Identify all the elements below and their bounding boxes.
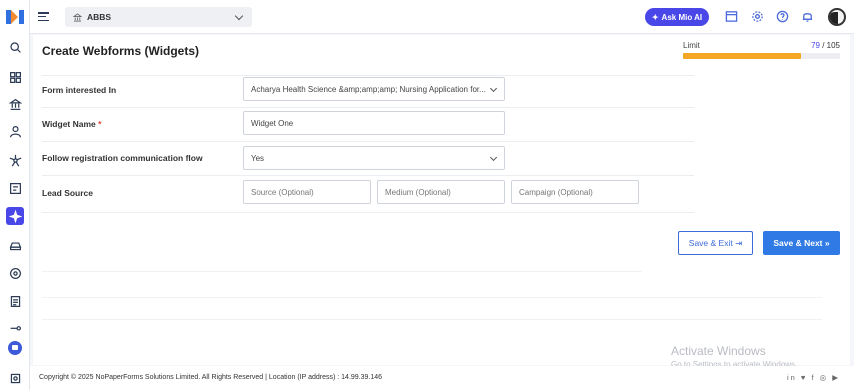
widgets-sparkle-icon[interactable] xyxy=(6,207,24,225)
bell-icon[interactable] xyxy=(801,10,814,23)
required-marker: * xyxy=(98,119,102,129)
help-icon[interactable] xyxy=(776,10,789,23)
limit-track xyxy=(683,53,840,59)
bank-icon xyxy=(73,12,82,22)
search-icon[interactable] xyxy=(6,38,24,56)
divider xyxy=(42,297,822,298)
avatar[interactable] xyxy=(828,8,846,26)
divider xyxy=(42,271,642,272)
source-placeholder: Source (Optional) xyxy=(251,187,314,197)
report-icon[interactable] xyxy=(6,292,24,310)
sparkle-icon: ✦ xyxy=(651,12,659,22)
top-bar: ABBS ✦ Ask Mio AI xyxy=(30,0,854,34)
divider xyxy=(42,107,694,108)
social-icons[interactable]: in ♥ f ◎ ▶ xyxy=(787,373,840,382)
double-chevron-right-icon: » xyxy=(824,238,830,248)
limit-used: 79 xyxy=(811,41,820,50)
institute-select[interactable]: ABBS xyxy=(65,7,252,27)
key-icon[interactable] xyxy=(6,318,24,336)
widget-name-value: Widget One xyxy=(251,118,294,128)
limit-separator: / xyxy=(819,41,827,50)
save-next-button[interactable]: Save & Next » xyxy=(763,231,840,255)
sidebar xyxy=(0,0,30,390)
dashboard-icon[interactable] xyxy=(6,68,24,86)
window-icon[interactable] xyxy=(725,10,738,23)
webform-card: Create Webforms (Widgets) Limit 79 / 105… xyxy=(33,35,850,365)
follow-flow-select[interactable]: Yes xyxy=(243,146,505,170)
medium-input[interactable]: Medium (Optional) xyxy=(377,180,505,204)
limit-total: 105 xyxy=(826,41,840,50)
medium-placeholder: Medium (Optional) xyxy=(385,187,451,197)
chevron-down-icon xyxy=(489,84,498,93)
limit-fill xyxy=(683,53,802,59)
widget-name-input[interactable]: Widget One xyxy=(243,111,505,135)
form-icon[interactable] xyxy=(6,179,24,197)
limit-value: 79 / 105 xyxy=(811,41,840,50)
network-icon[interactable] xyxy=(6,151,24,169)
form-interested-select[interactable]: Acharya Health Science &amp;amp;amp; Nur… xyxy=(243,77,505,101)
form-interested-label: Form interested In xyxy=(42,85,117,95)
gear-icon[interactable] xyxy=(751,10,764,23)
user-icon[interactable] xyxy=(6,122,24,140)
activate-windows-watermark: Activate Windows xyxy=(671,344,766,358)
save-exit-label: Save & Exit xyxy=(688,238,733,248)
ask-mio-ai-button[interactable]: ✦ Ask Mio AI xyxy=(645,8,709,26)
exit-icon: ⇥ xyxy=(735,237,743,248)
widget-name-label-text: Widget Name xyxy=(42,119,96,129)
ask-mio-label: Ask Mio AI xyxy=(661,12,703,22)
campaign-input[interactable]: Campaign (Optional) xyxy=(511,180,639,204)
follow-flow-value: Yes xyxy=(251,153,265,163)
limit-label: Limit xyxy=(683,41,700,50)
lead-source-label: Lead Source xyxy=(42,188,94,198)
divider xyxy=(42,319,822,320)
form-interested-value: Acharya Health Science &amp;amp;amp; Nur… xyxy=(251,84,486,94)
chevron-down-icon xyxy=(234,11,244,21)
campaign-placeholder: Campaign (Optional) xyxy=(519,187,593,197)
divider xyxy=(42,212,694,213)
follow-flow-label: Follow registration communication flow xyxy=(42,153,203,163)
divider xyxy=(42,175,694,176)
footer: Copyright © 2025 NoPaperForms Solutions … xyxy=(30,366,854,390)
page-title: Create Webforms (Widgets) xyxy=(42,44,200,58)
save-exit-button[interactable]: Save & Exit ⇥ xyxy=(678,231,753,255)
target-icon[interactable] xyxy=(6,264,24,282)
chevron-down-icon xyxy=(489,153,498,162)
npf-logo[interactable] xyxy=(6,8,24,26)
widget-name-label: Widget Name * xyxy=(42,119,101,129)
menu-icon[interactable] xyxy=(38,12,49,22)
divider xyxy=(42,141,694,142)
save-next-label: Save & Next xyxy=(773,238,823,248)
institution-icon[interactable] xyxy=(6,95,24,113)
car-icon[interactable] xyxy=(6,236,24,254)
chat-icon[interactable] xyxy=(8,341,22,355)
divider xyxy=(42,75,694,76)
copyright-text: Copyright © 2025 NoPaperForms Solutions … xyxy=(39,374,383,381)
settings-icon[interactable] xyxy=(6,369,24,387)
institute-name: ABBS xyxy=(87,12,112,22)
source-input[interactable]: Source (Optional) xyxy=(243,180,371,204)
